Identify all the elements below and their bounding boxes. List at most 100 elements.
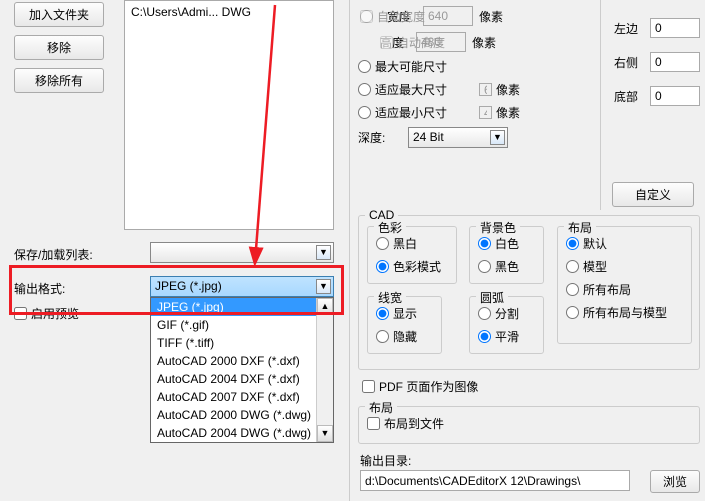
output-dir-input[interactable] xyxy=(360,470,630,491)
cad-group: CAD 色彩 黑白 色彩模式 背景色 白色 黑色 布局 默认 模型 所有布局 所… xyxy=(358,215,700,370)
all-and-model-radio[interactable] xyxy=(566,306,579,319)
max-possible-radio[interactable] xyxy=(358,60,371,73)
format-option[interactable]: AutoCAD 2000 DXF (*.dxf) xyxy=(151,352,333,370)
vertical-divider xyxy=(349,0,350,501)
pixel-label: 像素 xyxy=(496,81,520,98)
scrollbar[interactable]: ▲ ▼ xyxy=(316,298,333,442)
smooth-label: 平滑 xyxy=(495,328,519,345)
checkbox-icon xyxy=(360,10,373,23)
auto-width-checkbox: 自动宽度 xyxy=(360,8,425,25)
enable-preview-checkbox[interactable]: 启用预览 xyxy=(14,305,79,322)
color-group-title: 色彩 xyxy=(374,219,406,236)
default-label: 默认 xyxy=(583,235,607,252)
white-radio[interactable] xyxy=(478,237,491,250)
color-group: 色彩 黑白 色彩模式 xyxy=(367,226,457,284)
all-layouts-radio[interactable] xyxy=(566,283,579,296)
pixel-label: 像素 xyxy=(496,104,520,121)
arc-group: 圆弧 分割 平滑 xyxy=(469,296,544,354)
fit-min-label: 适应最小尺寸 xyxy=(375,104,447,121)
vertical-divider xyxy=(600,0,601,210)
format-option[interactable]: AutoCAD 2000 DWG (*.dwg) xyxy=(151,406,333,424)
scroll-down-icon[interactable]: ▼ xyxy=(317,425,333,442)
chevron-down-icon: ▼ xyxy=(316,279,331,294)
smooth-radio[interactable] xyxy=(478,330,491,343)
format-option[interactable]: GIF (*.gif) xyxy=(151,316,333,334)
default-radio[interactable] xyxy=(566,237,579,250)
bg-group: 背景色 白色 黑色 xyxy=(469,226,544,284)
file-list[interactable]: C:\Users\Admi... DWG xyxy=(124,0,334,230)
model-label: 模型 xyxy=(583,258,607,275)
fit-min-input xyxy=(479,106,492,119)
right-label: 右侧 xyxy=(614,54,644,71)
show-label: 显示 xyxy=(393,305,417,322)
format-option[interactable]: JPEG (*.jpg) xyxy=(151,298,333,316)
scroll-up-icon[interactable]: ▲ xyxy=(317,298,333,315)
enable-preview-label: 启用预览 xyxy=(31,305,79,322)
chevron-down-icon: ▼ xyxy=(316,245,331,260)
layout-file-group: 布局 布局到文件 xyxy=(358,406,700,444)
depth-combo[interactable]: 24 Bit ▼ xyxy=(408,127,508,148)
add-folder-button[interactable]: 加入文件夹 xyxy=(14,2,104,27)
file-list-item[interactable]: C:\Users\Admi... DWG xyxy=(131,5,327,19)
layout-to-file-checkbox[interactable]: 布局到文件 xyxy=(367,415,444,432)
segment-label: 分割 xyxy=(495,305,519,322)
fit-max-input xyxy=(479,83,492,96)
fit-min-radio[interactable] xyxy=(358,106,371,119)
auto-width-label: 自动宽度 xyxy=(377,8,425,25)
arc-title: 圆弧 xyxy=(476,289,508,306)
fit-max-radio[interactable] xyxy=(358,83,371,96)
bw-radio[interactable] xyxy=(376,237,389,250)
checkbox-icon[interactable] xyxy=(367,417,380,430)
auto-height-checkbox: 自动高度 xyxy=(380,34,445,51)
depth-value: 24 Bit xyxy=(413,130,444,144)
pdf-as-image-checkbox[interactable]: PDF 页面作为图像 xyxy=(362,378,478,395)
model-radio[interactable] xyxy=(566,260,579,273)
remove-all-button[interactable]: 移除所有 xyxy=(14,68,104,93)
output-dir-label: 输出目录: xyxy=(360,452,411,469)
output-format-combo[interactable]: JPEG (*.jpg) ▼ xyxy=(150,276,334,297)
layout-file-title: 布局 xyxy=(365,399,397,416)
save-load-list-label: 保存/加载列表: xyxy=(14,246,93,263)
output-format-label: 输出格式: xyxy=(14,280,65,297)
hide-radio[interactable] xyxy=(376,330,389,343)
left-label: 左边 xyxy=(614,20,644,37)
remove-button[interactable]: 移除 xyxy=(14,35,104,60)
auto-height-label: 自动高度 xyxy=(397,34,445,51)
bw-label: 黑白 xyxy=(393,235,417,252)
bottom-input[interactable] xyxy=(650,86,700,106)
left-input[interactable] xyxy=(650,18,700,38)
layout-group-title: 布局 xyxy=(564,219,596,236)
layout-group: 布局 默认 模型 所有布局 所有布局与模型 xyxy=(557,226,692,344)
browse-button[interactable]: 浏览 xyxy=(650,470,700,493)
black-label: 黑色 xyxy=(495,258,519,275)
depth-label: 深度: xyxy=(358,129,402,146)
checkbox-icon xyxy=(380,36,393,49)
output-format-value: JPEG (*.jpg) xyxy=(155,279,222,293)
pdf-as-image-label: PDF 页面作为图像 xyxy=(379,378,478,395)
format-option[interactable]: TIFF (*.tiff) xyxy=(151,334,333,352)
show-radio[interactable] xyxy=(376,307,389,320)
checkbox-icon[interactable] xyxy=(362,380,375,393)
hide-label: 隐藏 xyxy=(393,328,417,345)
linewidth-title: 线宽 xyxy=(374,289,406,306)
segment-radio[interactable] xyxy=(478,307,491,320)
format-option[interactable]: AutoCAD 2004 DWG (*.dwg) xyxy=(151,424,333,442)
bg-group-title: 背景色 xyxy=(476,219,520,236)
colormode-label: 色彩模式 xyxy=(393,258,441,275)
all-layouts-label: 所有布局 xyxy=(583,281,631,298)
save-load-list-combo[interactable]: ▼ xyxy=(150,242,334,263)
pixel-label: 像素 xyxy=(479,8,503,25)
layout-to-file-label: 布局到文件 xyxy=(384,415,444,432)
linewidth-group: 线宽 显示 隐藏 xyxy=(367,296,442,354)
right-input[interactable] xyxy=(650,52,700,72)
format-option[interactable]: AutoCAD 2004 DXF (*.dxf) xyxy=(151,370,333,388)
format-option[interactable]: AutoCAD 2007 DXF (*.dxf) xyxy=(151,388,333,406)
width-input xyxy=(423,6,473,26)
max-possible-label: 最大可能尺寸 xyxy=(375,58,447,75)
colormode-radio[interactable] xyxy=(376,260,389,273)
black-radio[interactable] xyxy=(478,260,491,273)
checkbox-icon[interactable] xyxy=(14,307,27,320)
white-label: 白色 xyxy=(495,235,519,252)
customize-button[interactable]: 自定义 xyxy=(612,182,694,207)
output-format-dropdown[interactable]: JPEG (*.jpg) GIF (*.gif) TIFF (*.tiff) A… xyxy=(150,297,334,443)
